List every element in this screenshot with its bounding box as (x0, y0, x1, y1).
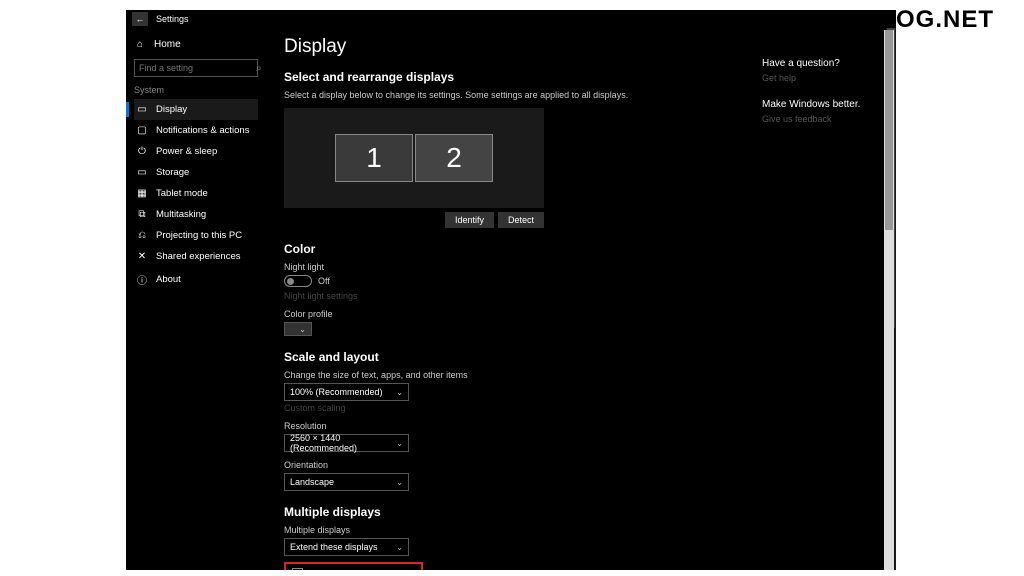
sidebar-item-projecting-to-this-pc[interactable]: ⎌ Projecting to this PC (134, 225, 258, 246)
resolution-label: Resolution (284, 421, 738, 431)
nav-icon: ▦ (136, 188, 148, 199)
monitor-2[interactable]: 2 (415, 134, 493, 182)
watermark: TRENDBLOG.NET (774, 6, 994, 34)
page-scrollbar[interactable] (884, 30, 894, 570)
night-light-label: Night light (284, 262, 738, 272)
nav-label: Shared experiences (156, 251, 241, 262)
main-display-label: Make this my main display (309, 569, 415, 571)
rearrange-heading: Select and rearrange displays (284, 70, 738, 84)
search-input[interactable] (139, 63, 256, 73)
multi-value: Extend these displays (290, 542, 378, 552)
nav-label: About (156, 274, 181, 285)
orientation-dropdown[interactable]: Landscape ⌄ (284, 473, 409, 491)
custom-scaling-link: Custom scaling (284, 403, 738, 413)
color-profile-dropdown[interactable]: ⌄ (284, 322, 312, 336)
chevron-down-icon: ⌄ (396, 543, 403, 552)
get-help-link[interactable]: Get help (762, 73, 890, 83)
sidebar-item-about[interactable]: ⓘ About (134, 267, 258, 292)
home-icon: ⌂ (134, 39, 146, 50)
nav-icon: ⎌ (136, 230, 148, 241)
highlight-annotation: ✓ Make this my main display (284, 562, 423, 570)
section-system: System (134, 85, 258, 95)
content-area: ⌂ Home ⌕ System ▭ Display ▢ Notifications &… (126, 28, 896, 570)
color-profile-label: Color profile (284, 309, 738, 319)
color-heading: Color (284, 242, 738, 256)
settings-window: ← Settings ⌂ Home ⌕ System ▭ Display ▢ Noti… (126, 10, 896, 570)
nav-icon: ⧉ (136, 209, 148, 220)
nav-icon: ✕ (136, 251, 148, 262)
page-title: Display (284, 36, 738, 58)
back-button[interactable]: ← (132, 12, 148, 26)
chevron-down-icon: ⌄ (299, 325, 306, 334)
nav-label: Storage (156, 167, 189, 178)
rearrange-desc: Select a display below to change its set… (284, 90, 738, 100)
resolution-dropdown[interactable]: 2560 × 1440 (Recommended)⌄ (284, 434, 409, 452)
nav-label: Tablet mode (156, 188, 208, 199)
toggle-state: Off (318, 276, 330, 286)
sidebar-home[interactable]: ⌂ Home (134, 34, 258, 55)
scale-label: Change the size of text, apps, and other… (284, 370, 738, 380)
nav-icon: ⓘ (136, 272, 148, 287)
sidebar-item-tablet-mode[interactable]: ▦ Tablet mode (134, 183, 258, 204)
scale-dropdown[interactable]: 100% (Recommended) ⌄ (284, 383, 409, 401)
nav-icon: ▢ (136, 125, 148, 136)
sidebar-item-display[interactable]: ▭ Display (134, 99, 258, 120)
night-light-toggle-row: Off (284, 275, 738, 287)
multiple-displays-section: Multiple displays Multiple displays Exte… (284, 505, 738, 570)
orientation-label: Orientation (284, 460, 738, 470)
color-section: Color Night light Off Night light settin… (284, 242, 738, 336)
nav-icon: ▭ (136, 104, 148, 115)
sidebar-item-multitasking[interactable]: ⧉ Multitasking (134, 204, 258, 225)
nav-label: Power & sleep (156, 146, 217, 157)
display-buttons: Identify Detect (284, 212, 544, 228)
scale-section: Scale and layout Change the size of text… (284, 350, 738, 491)
feedback-link[interactable]: Give us feedback (762, 114, 890, 124)
nav-label: Display (156, 104, 187, 115)
nav-icon: ⏻ (136, 146, 148, 157)
search-box[interactable]: ⌕ (134, 59, 258, 77)
sidebar-item-power-sleep[interactable]: ⏻ Power & sleep (134, 141, 258, 162)
sidebar-item-shared-experiences[interactable]: ✕ Shared experiences (134, 246, 258, 267)
sidebar: ⌂ Home ⌕ System ▭ Display ▢ Notifications &… (126, 28, 266, 570)
multi-label: Multiple displays (284, 525, 738, 535)
detect-button[interactable]: Detect (498, 212, 544, 228)
display-arrangement[interactable]: 1 2 (284, 108, 544, 208)
main-panel: Display Select and rearrange displays Se… (266, 28, 756, 570)
orientation-value: Landscape (290, 477, 334, 487)
scale-heading: Scale and layout (284, 350, 738, 364)
resolution-value: 2560 × 1440 (Recommended) (290, 433, 396, 453)
chevron-down-icon: ⌄ (396, 388, 403, 397)
nav-label: Multitasking (156, 209, 206, 220)
identify-button[interactable]: Identify (445, 212, 494, 228)
nav-label: Projecting to this PC (156, 230, 242, 241)
home-label: Home (154, 39, 181, 50)
nav-icon: ▭ (136, 167, 148, 178)
monitor-1[interactable]: 1 (335, 134, 413, 182)
question-heading: Have a question? (762, 58, 890, 69)
multi-heading: Multiple displays (284, 505, 738, 519)
night-light-toggle[interactable] (284, 275, 312, 287)
night-light-settings-link: Night light settings (284, 291, 738, 301)
multi-dropdown[interactable]: Extend these displays ⌄ (284, 538, 409, 556)
app-title: Settings (156, 14, 189, 24)
feedback-heading: Make Windows better. (762, 99, 890, 110)
sidebar-item-notifications-actions[interactable]: ▢ Notifications & actions (134, 120, 258, 141)
chevron-down-icon: ⌄ (396, 478, 403, 487)
chevron-down-icon: ⌄ (396, 439, 403, 448)
sidebar-item-storage[interactable]: ▭ Storage (134, 162, 258, 183)
nav-label: Notifications & actions (156, 125, 249, 136)
scale-value: 100% (Recommended) (290, 387, 383, 397)
right-column: Have a question? Get help Make Windows b… (756, 28, 896, 570)
search-icon: ⌕ (256, 63, 262, 74)
main-display-checkbox[interactable]: ✓ (292, 568, 303, 570)
page-scrollbar-thumb[interactable] (885, 30, 893, 230)
